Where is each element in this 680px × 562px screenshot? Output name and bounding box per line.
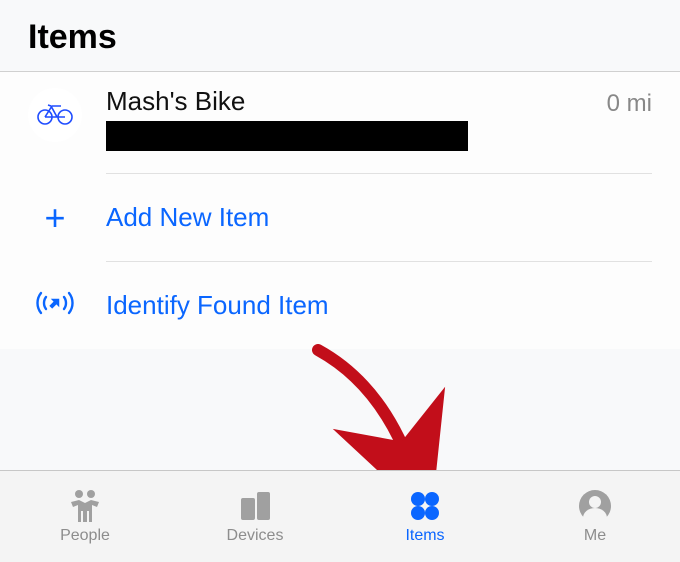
identify-item-row[interactable]: Identify Found Item bbox=[0, 262, 680, 349]
tab-items[interactable]: Items bbox=[340, 471, 510, 562]
header: Items bbox=[0, 0, 680, 72]
tab-devices[interactable]: Devices bbox=[170, 471, 340, 562]
content-list: Mash's Bike 0 mi + Add New Item bbox=[0, 72, 680, 349]
item-distance: 0 mi bbox=[607, 90, 652, 118]
tab-bar: People Devices Items bbox=[0, 470, 680, 562]
me-icon bbox=[578, 488, 612, 524]
people-icon bbox=[65, 488, 105, 524]
identify-item-label: Identify Found Item bbox=[106, 290, 652, 321]
add-item-row[interactable]: + Add New Item bbox=[0, 174, 680, 262]
devices-icon bbox=[237, 488, 273, 524]
tab-people[interactable]: People bbox=[0, 471, 170, 562]
tab-me[interactable]: Me bbox=[510, 471, 680, 562]
items-icon bbox=[408, 488, 442, 524]
tab-devices-label: Devices bbox=[227, 527, 284, 545]
identify-icon-holder bbox=[28, 279, 82, 333]
item-name: Mash's Bike bbox=[106, 86, 468, 117]
add-icon-holder: + bbox=[28, 191, 82, 245]
tab-items-label: Items bbox=[405, 527, 444, 545]
tab-me-label: Me bbox=[584, 527, 606, 545]
tab-people-label: People bbox=[60, 527, 110, 545]
signal-icon bbox=[35, 283, 75, 328]
page-title: Items bbox=[28, 18, 652, 57]
item-row[interactable]: Mash's Bike 0 mi bbox=[0, 72, 680, 174]
bike-icon bbox=[37, 101, 73, 130]
item-icon-holder bbox=[28, 88, 82, 142]
add-item-label: Add New Item bbox=[106, 202, 652, 233]
plus-icon: + bbox=[44, 200, 65, 236]
item-subtitle-redacted bbox=[106, 121, 468, 151]
